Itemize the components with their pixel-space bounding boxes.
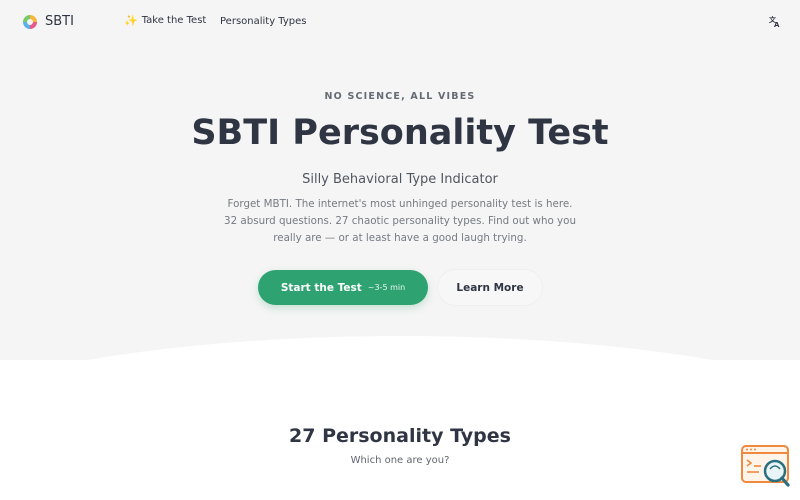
start-test-button[interactable]: Start the Test ~3-5 min bbox=[258, 270, 428, 305]
personality-types-subheading: Which one are you? bbox=[350, 455, 450, 466]
svg-text:A: A bbox=[774, 21, 780, 27]
logo-icon[interactable] bbox=[23, 15, 37, 29]
search-chat-widget-icon[interactable] bbox=[741, 445, 791, 489]
nav-personality-types[interactable]: Personality Types bbox=[220, 16, 306, 27]
hero-subtitle: Silly Behavioral Type Indicator bbox=[302, 172, 498, 187]
page-title: SBTI Personality Test bbox=[191, 113, 609, 153]
brand-name[interactable]: SBTI bbox=[45, 14, 74, 29]
nav-take-the-test-label: Take the Test bbox=[141, 15, 207, 26]
hero-tagline: NO SCIENCE, ALL VIBES bbox=[324, 91, 476, 102]
hero-description: Forget MBTI. The internet's most unhinge… bbox=[224, 198, 576, 244]
top-navigation: SBTI ✨ Take the Test Personality Types 文… bbox=[0, 0, 800, 44]
personality-types-heading: 27 Personality Types bbox=[289, 425, 511, 447]
start-test-label: Start the Test bbox=[280, 281, 362, 294]
nav-take-the-test[interactable]: ✨ Take the Test bbox=[124, 15, 206, 26]
translate-icon[interactable]: 文 A bbox=[769, 15, 781, 29]
learn-more-button[interactable]: Learn More bbox=[438, 270, 542, 305]
hero-curve-divider bbox=[0, 336, 800, 360]
start-test-duration: ~3-5 min bbox=[367, 283, 406, 292]
sparkles-icon: ✨ bbox=[124, 14, 138, 27]
